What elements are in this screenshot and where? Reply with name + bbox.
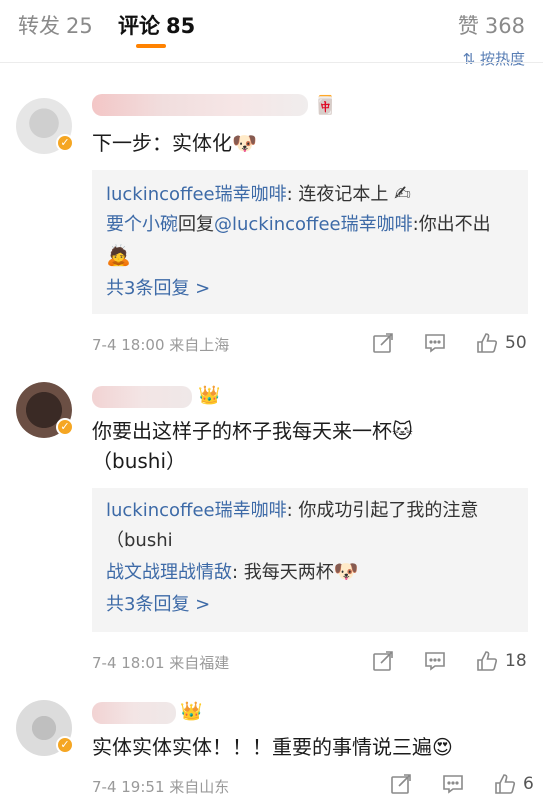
reply-sep: : xyxy=(286,184,299,205)
tab-like-label: 赞 xyxy=(457,14,479,38)
reply-mention[interactable]: @luckincoffee瑞幸咖啡 xyxy=(214,214,413,235)
crown-icon: 👑 xyxy=(198,385,221,406)
comment-time: 7-4 19:51 xyxy=(92,778,165,796)
reply-author[interactable]: luckincoffee瑞幸咖啡 xyxy=(106,500,287,521)
comment-text-content: 你要出这样子的杯子我每天来一杯 xyxy=(92,419,392,443)
like-count: 50 xyxy=(505,333,527,353)
comment-time: 7-4 18:01 xyxy=(92,654,165,672)
comment-icon[interactable] xyxy=(423,331,447,357)
avatar[interactable]: ✓ xyxy=(16,382,74,438)
reply-item[interactable]: luckincoffee瑞幸咖啡: 连夜记本上 ✍ xyxy=(106,178,514,210)
more-replies-link[interactable]: 共3条回复 > xyxy=(106,590,514,620)
avatar[interactable]: ✓ xyxy=(16,700,74,756)
reply-author[interactable]: luckincoffee瑞幸咖啡 xyxy=(106,184,287,205)
sort-button[interactable]: ⇅ 按热度 xyxy=(463,48,525,69)
username-blurred[interactable] xyxy=(92,386,192,408)
username-blurred[interactable] xyxy=(92,702,176,724)
reply-item[interactable]: 战文战理战情敌: 我每天两杯🐶 xyxy=(106,556,514,588)
comment-location: 来自上海 xyxy=(169,336,230,354)
comment-text: 下一步：实体化🐶 xyxy=(92,128,522,158)
tab-comment-count: 85 xyxy=(166,14,196,38)
crown-icon: 👑 xyxy=(180,701,203,722)
repost-icon[interactable] xyxy=(371,331,395,357)
like-count: 18 xyxy=(505,651,527,671)
reply-item[interactable]: 要个小碗回复@luckincoffee瑞幸咖啡:你出不出🙇 xyxy=(106,210,514,272)
comment-meta: 7-4 19:51 来自山东 xyxy=(92,776,229,797)
comment-meta: 7-4 18:01 来自福建 xyxy=(92,652,229,673)
like-button[interactable]: 18 xyxy=(475,649,527,675)
repost-icon[interactable] xyxy=(371,649,395,675)
verified-badge-icon: ✓ xyxy=(56,736,74,754)
comment-icon[interactable] xyxy=(441,772,465,798)
comment-text-content: 实体实体实体！！！重要的事情说三遍 xyxy=(92,735,432,759)
tab-bar: 转发 25 评论 85 赞 368 xyxy=(0,0,543,50)
bow-emoji-icon: 🙇 xyxy=(106,243,131,267)
reply-mid: 回复 xyxy=(178,214,214,235)
comment-text: 实体实体实体！！！重要的事情说三遍😍 xyxy=(92,732,522,762)
dog-emoji-icon: 🐶 xyxy=(232,131,257,155)
reply-box[interactable]: luckincoffee瑞幸咖啡: 连夜记本上 ✍ 要个小碗回复@luckinc… xyxy=(92,170,528,314)
sort-icon: ⇅ xyxy=(462,50,476,68)
reply-author[interactable]: 要个小碗 xyxy=(106,214,178,235)
reply-text: 连夜记本上 xyxy=(298,184,389,205)
sort-button-label: 按热度 xyxy=(479,50,525,68)
divider xyxy=(0,62,543,63)
comment-text-suffix: （bushi） xyxy=(92,449,187,473)
active-tab-indicator xyxy=(136,44,166,48)
like-button[interactable]: 6 xyxy=(493,772,534,798)
more-replies-link[interactable]: 共3条回复 > xyxy=(106,274,514,304)
comment-location: 来自福建 xyxy=(169,654,230,672)
avatar[interactable]: ✓ xyxy=(16,98,74,154)
tab-repost-label: 转发 xyxy=(18,14,60,38)
verified-badge-icon: ✓ xyxy=(56,134,74,152)
reply-sep: : xyxy=(286,500,299,521)
reply-sep: : xyxy=(232,562,244,583)
comment-location: 来自山东 xyxy=(169,778,230,796)
cat-emoji-icon: 🐱 xyxy=(392,419,413,443)
reply-box[interactable]: luckincoffee瑞幸咖啡: 你成功引起了我的注意（bushi 战文战理战… xyxy=(92,488,528,632)
tab-like-count: 368 xyxy=(484,14,525,38)
comment-icon[interactable] xyxy=(423,649,447,675)
comment-meta: 7-4 18:00 来自上海 xyxy=(92,334,229,355)
comment-actions: 6 xyxy=(389,772,534,798)
verified-badge-icon: ✓ xyxy=(56,418,74,436)
writing-emoji-icon: ✍ xyxy=(394,181,411,205)
like-button[interactable]: 50 xyxy=(475,331,527,357)
tab-repost-count: 25 xyxy=(66,14,93,38)
tab-comment-label: 评论 xyxy=(118,14,160,38)
heart-eyes-emoji-icon: 😍 xyxy=(432,735,453,759)
comment-actions: 18 xyxy=(371,649,527,675)
like-count: 6 xyxy=(523,774,534,794)
member-badge-icon: 🀄 xyxy=(314,95,337,116)
comment-text-content: 下一步：实体化 xyxy=(92,131,232,155)
username-blurred[interactable] xyxy=(92,94,308,116)
tab-repost[interactable]: 转发 25 xyxy=(18,10,93,40)
reply-text: 你出不出 xyxy=(418,214,491,235)
reply-author[interactable]: 战文战理战情敌 xyxy=(106,562,232,583)
reply-text: 我每天两杯 xyxy=(243,562,334,583)
comment-time: 7-4 18:00 xyxy=(92,336,165,354)
thumbs-up-icon xyxy=(477,333,498,353)
reply-item[interactable]: luckincoffee瑞幸咖啡: 你成功引起了我的注意（bushi xyxy=(106,496,514,556)
repost-icon[interactable] xyxy=(389,772,413,798)
comment-actions: 50 xyxy=(371,331,527,357)
thumbs-up-icon xyxy=(477,651,498,671)
comment-text: 你要出这样子的杯子我每天来一杯🐱 （bushi） xyxy=(92,416,522,476)
tab-like[interactable]: 赞 368 xyxy=(458,10,525,40)
dog-emoji-icon: 🐶 xyxy=(333,559,359,583)
thumbs-up-icon xyxy=(495,774,516,794)
